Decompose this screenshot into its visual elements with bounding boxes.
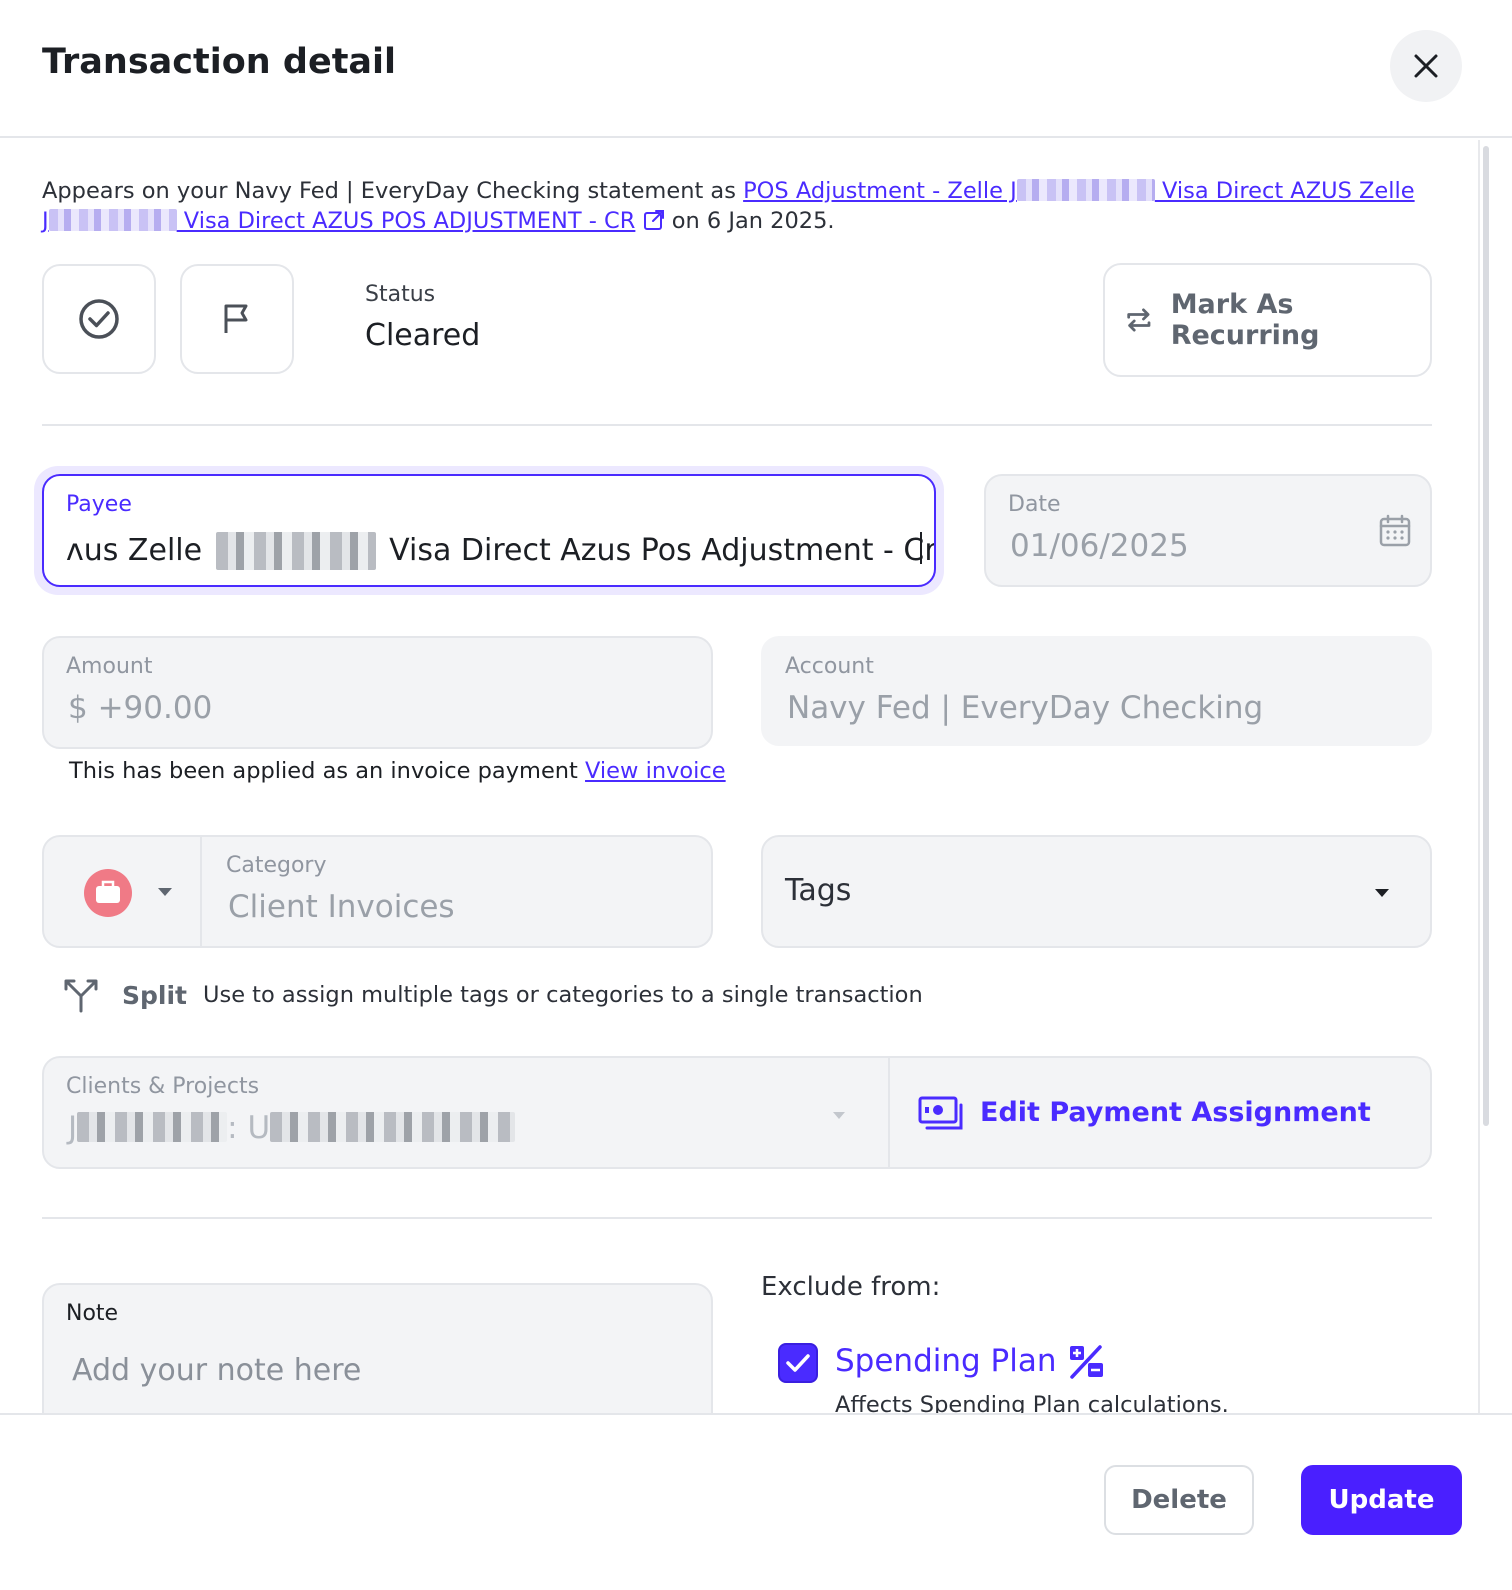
payee-field[interactable]: Payee ʌus Zelle Visa Direct Azus Pos Adj… [42,474,936,587]
statement-description: Appears on your Navy Fed | EveryDay Chec… [42,176,1422,236]
chevron-down-icon [158,888,172,896]
section-divider [42,1217,1432,1219]
note-input[interactable]: Add your note here [72,1353,361,1388]
dialog-header: Transaction detail [0,0,1512,138]
date-label: Date [1008,492,1061,517]
calendar-icon[interactable] [1379,514,1411,548]
invoice-payment-note: This has been applied as an invoice paym… [69,758,726,784]
scrollbar-thumb[interactable] [1483,146,1489,1126]
mark-as-recurring-button[interactable]: Mark As Recurring [1103,263,1432,377]
note-label: Note [66,1301,119,1326]
update-button[interactable]: Update [1301,1465,1462,1535]
status-value: Cleared [365,318,481,353]
tags-field[interactable]: Tags [761,835,1432,948]
category-label: Category [226,853,327,878]
status-label: Status [365,282,436,307]
split-icon [64,979,98,1013]
cleared-toggle-button[interactable] [42,264,156,374]
category-icon-picker[interactable] [44,837,202,946]
chevron-down-icon [1375,889,1389,897]
text-caret [920,532,922,564]
briefcase-icon [84,869,132,917]
flag-icon [224,304,248,333]
flag-button[interactable] [180,264,294,374]
split-label: Split [122,980,187,1010]
tags-label: Tags [785,873,852,908]
invoice-note-text: This has been applied as an invoice paym… [69,758,578,784]
amount-label: Amount [66,654,153,679]
statement-suffix: on 6 Jan 2025. [671,208,835,234]
percent-plus-minus-icon [1070,1345,1103,1379]
statement-prefix: Appears on your Navy Fed | EveryDay Chec… [42,178,736,204]
exclude-from-title: Exclude from: [761,1272,941,1302]
dialog-title: Transaction detail [42,42,397,82]
clients-projects-label: Clients & Projects [66,1074,260,1099]
spending-plan-label[interactable]: Spending Plan [835,1343,1057,1379]
view-invoice-link[interactable]: View invoice [585,758,726,784]
money-icon [918,1096,963,1129]
payee-input-value[interactable]: ʌus Zelle Visa Direct Azus Pos Adjustmen… [66,532,934,570]
edit-payment-assignment-button[interactable]: Edit Payment Assignment [892,1058,1430,1167]
section-divider [42,424,1432,426]
spending-plan-checkbox[interactable] [778,1343,818,1383]
check-circle-icon [79,299,119,339]
close-button[interactable] [1390,30,1462,102]
repeat-icon [1127,308,1151,332]
clients-projects-select[interactable]: Clients & Projects J: U [44,1058,890,1167]
account-value: Navy Fed | EveryDay Checking [787,690,1264,726]
clients-projects-group: Clients & Projects J: U Edit Payment Ass… [42,1056,1432,1169]
chevron-down-icon [833,1112,845,1119]
category-field[interactable]: Category Client Invoices [42,835,713,948]
close-icon [1414,54,1438,78]
date-field[interactable]: Date 01/06/2025 [984,474,1432,587]
mark-as-recurring-label: Mark As Recurring [1170,289,1320,351]
scrollbar[interactable] [1478,140,1492,1415]
delete-button[interactable]: Delete [1104,1465,1254,1535]
date-value: 01/06/2025 [1010,528,1189,564]
account-label: Account [785,654,874,679]
external-link-icon[interactable] [643,209,665,231]
checkmark-icon [786,1354,810,1372]
payee-label: Payee [66,492,132,517]
split-description: Use to assign multiple tags or categorie… [203,982,923,1008]
category-value: Client Invoices [228,889,455,925]
account-field[interactable]: Account Navy Fed | EveryDay Checking [761,636,1432,746]
split-button[interactable]: Split Use to assign multiple tags or cat… [62,976,923,1014]
edit-payment-assignment-label: Edit Payment Assignment [980,1097,1371,1128]
amount-value: $ +90.00 [68,690,213,726]
clients-projects-value: J: U [68,1110,516,1146]
amount-field[interactable]: Amount $ +90.00 [42,636,713,749]
dialog-footer: Delete Update [0,1413,1512,1590]
